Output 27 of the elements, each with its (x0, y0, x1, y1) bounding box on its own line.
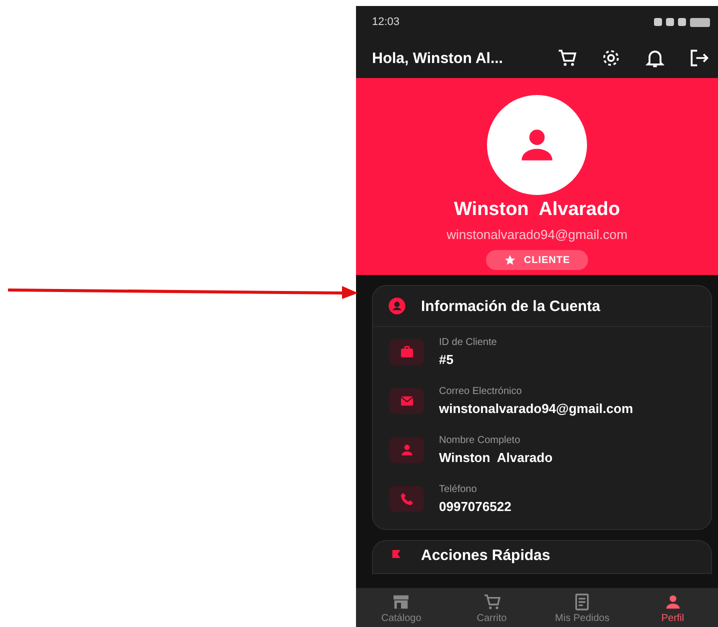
nav-tab[interactable]: Catálogo (356, 588, 446, 627)
phone-icon (398, 490, 414, 506)
star-icon (504, 254, 516, 266)
profile-name: Winston Alvarado (454, 199, 620, 221)
status-time: 12:03 (372, 16, 400, 28)
field-label: Correo Electrónico (439, 386, 523, 396)
field-label: ID de Cliente (439, 336, 497, 348)
nav-tab[interactable]: Perfil (628, 588, 718, 627)
field-value: 0997076522 (439, 498, 512, 514)
profile-email: winstonalvarado94@gmail.com (446, 227, 628, 242)
card-title: Información de la Cuenta (421, 298, 600, 314)
status-icons (654, 18, 710, 26)
nav-tab[interactable]: Mis Pedidos (537, 588, 628, 627)
logout-icon (688, 47, 710, 69)
field-value: #5 (439, 352, 454, 366)
field-value: Winston Alvarado (439, 450, 553, 464)
nav-tab[interactable]: Carrito (446, 588, 537, 627)
field-label: Nombre Completo (439, 434, 522, 446)
field-value: winstonalvarado94@gmail.com (439, 400, 634, 416)
greeting-title: Hola, Winston Al... (372, 50, 503, 66)
field-label: Teléfono (439, 484, 478, 494)
cart-icon (556, 47, 578, 69)
person-icon (398, 442, 414, 458)
badge-label: CLIENTE (524, 254, 570, 266)
account-icon (387, 296, 407, 316)
card-title: Acciones Rápidas (421, 547, 550, 564)
cart-icon (482, 592, 502, 612)
